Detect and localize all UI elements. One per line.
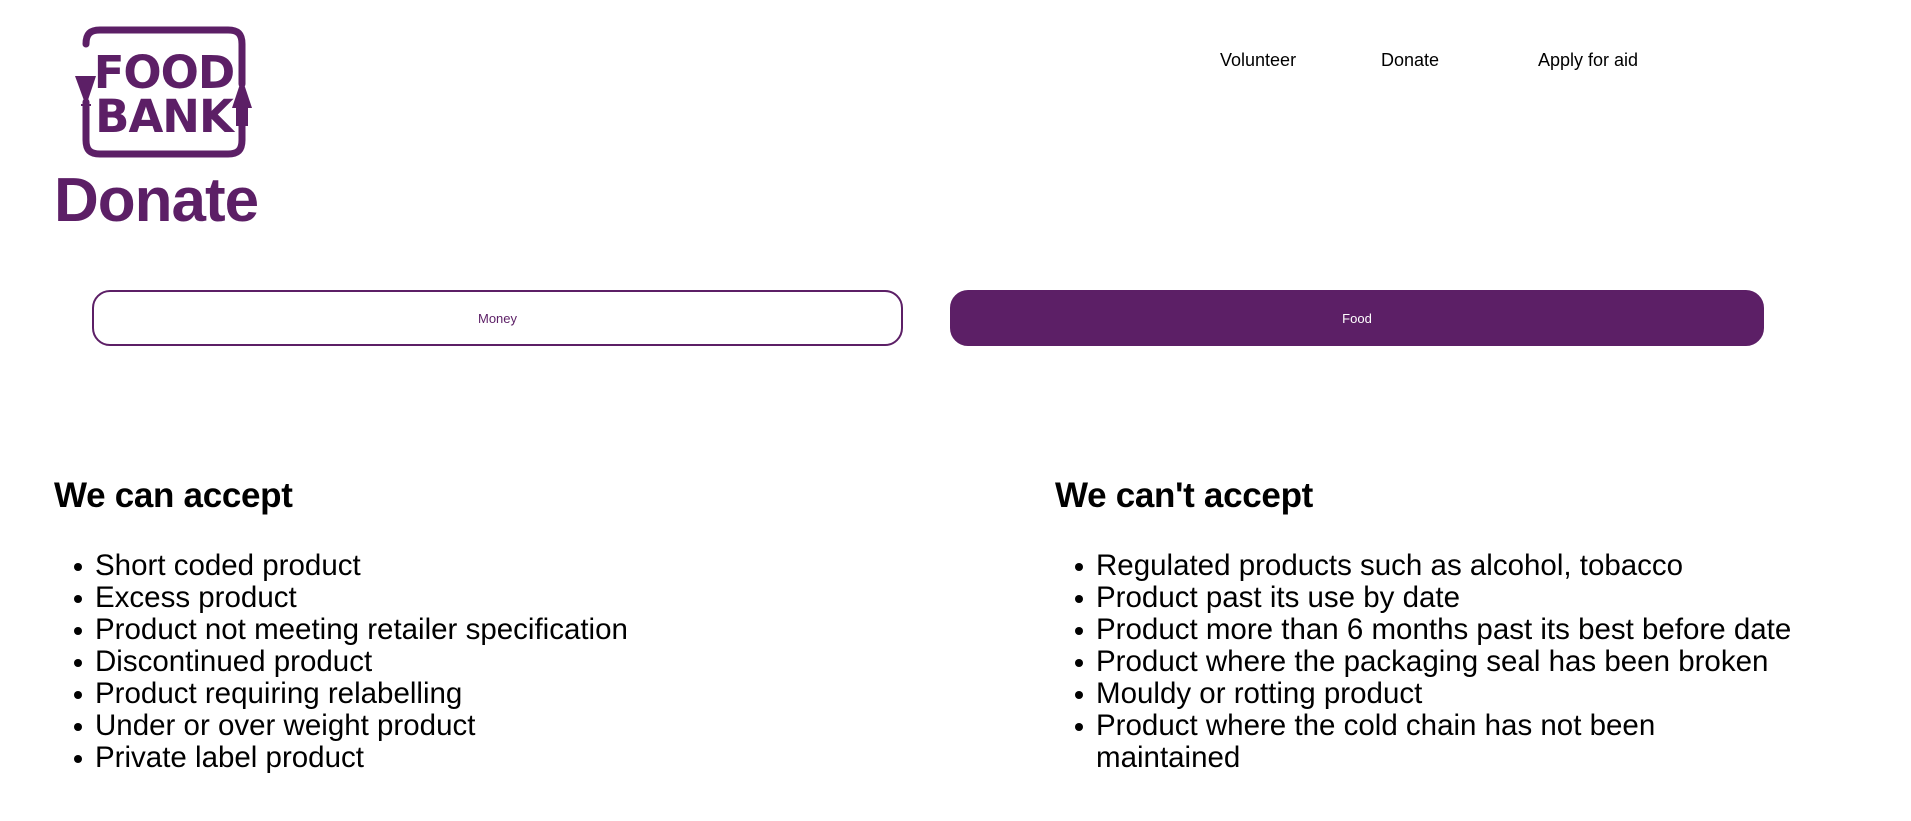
list-item-text: Under or over weight product [95, 709, 476, 742]
reject-section: We can't accept Regulated products such … [1055, 474, 1911, 774]
bullet-icon [74, 563, 82, 571]
list-item-text: Mouldy or rotting product [1096, 677, 1423, 710]
bullet-icon [1075, 595, 1083, 603]
bullet-icon [1075, 563, 1083, 571]
list-item: Discontinued product [54, 646, 628, 678]
list-item: Short coded product [54, 550, 628, 582]
list-item: Regulated products such as alcohol, toba… [1055, 550, 1791, 582]
list-item-text: Product where the packaging seal has bee… [1096, 645, 1769, 678]
list-item: Product not meeting retailer specificati… [54, 614, 628, 646]
list-item: Product where the cold chain has not bee… [1055, 710, 1736, 774]
list-item-text: Product where the cold chain has not bee… [1096, 709, 1656, 774]
logo-line2: BANK [95, 90, 236, 143]
tab-money-label: Money [477, 310, 518, 326]
bullet-icon [1075, 723, 1083, 731]
bullet-icon [74, 691, 82, 699]
list-item: Under or over weight product [54, 710, 628, 742]
bullet-icon [1075, 659, 1083, 667]
list-item-text: Product past its use by date [1096, 581, 1461, 614]
bullet-icon [74, 723, 82, 731]
list-item-text: Discontinued product [95, 645, 373, 678]
list-item: Product requiring relabelling [54, 678, 628, 710]
nav-volunteer-link[interactable]: Volunteer [1220, 50, 1296, 71]
list-item-text: Product requiring relabelling [95, 677, 463, 710]
nav-apply-for-aid-link[interactable]: Apply for aid [1538, 50, 1638, 71]
tab-money[interactable]: Money [92, 290, 903, 346]
tab-food-label: Food [1342, 310, 1372, 326]
reject-list: Regulated products such as alcohol, toba… [1055, 550, 1791, 774]
accept-list: Short coded product Excess product Produ… [54, 550, 628, 774]
list-item: Product more than 6 months past its best… [1055, 614, 1791, 646]
food-bank-logo-icon: FOOD BANK [75, 26, 252, 158]
bullet-icon [74, 755, 82, 763]
bullet-icon [74, 627, 82, 635]
list-item-text: Short coded product [95, 549, 361, 582]
bullet-icon [74, 595, 82, 603]
nav-donate-link[interactable]: Donate [1381, 50, 1439, 71]
list-item: Private label product [54, 742, 628, 774]
accept-section: We can accept Short coded product Excess… [54, 474, 954, 774]
bullet-icon [74, 659, 82, 667]
list-item: Product where the packaging seal has bee… [1055, 646, 1791, 678]
bullet-icon [1075, 627, 1083, 635]
list-item: Mouldy or rotting product [1055, 678, 1791, 710]
list-item-text: Excess product [95, 581, 297, 614]
list-item: Product past its use by date [1055, 582, 1791, 614]
accept-heading: We can accept [54, 476, 293, 515]
tab-food[interactable]: Food [950, 290, 1764, 346]
list-item: Excess product [54, 582, 628, 614]
list-item-text: Private label product [95, 741, 364, 774]
reject-heading: We can't accept [1055, 476, 1314, 515]
page-title: Donate [54, 166, 259, 235]
bullet-icon [1075, 691, 1083, 699]
list-item-text: Product more than 6 months past its best… [1096, 613, 1792, 646]
list-item-text: Regulated products such as alcohol, toba… [1096, 549, 1684, 582]
food-bank-logo[interactable]: FOOD BANK [72, 26, 252, 158]
list-item-text: Product not meeting retailer specificati… [95, 613, 628, 646]
